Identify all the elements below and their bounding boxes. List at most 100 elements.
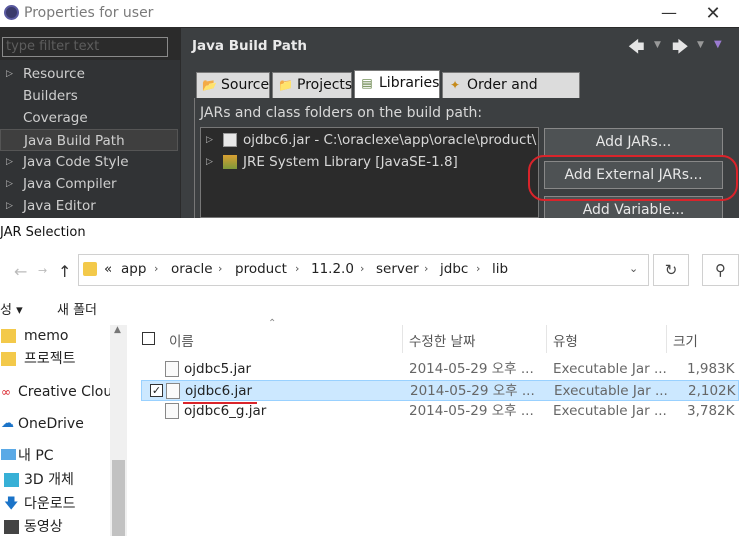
new-folder-button[interactable]: 새 폴더 (57, 299, 97, 318)
scroll-up-icon[interactable]: ▲ (114, 325, 121, 335)
libraries-icon: ▤ (361, 76, 373, 90)
filter-input[interactable]: type filter text (2, 37, 168, 57)
file-row-selected[interactable]: ✓ ojdbc6.jar 2014-05-29 오후 ... Executabl… (141, 380, 739, 401)
folder-icon (83, 262, 97, 276)
breadcrumb-item[interactable]: 11.2.0 (311, 261, 354, 277)
tree-entry-label: JRE System Library [JavaSE-1.8] (243, 154, 458, 170)
refresh-icon[interactable]: ↻ (653, 254, 689, 286)
chevron-right-icon[interactable]: › (218, 262, 222, 275)
row-checkbox-checked[interactable]: ✓ (150, 384, 163, 397)
back-arrow-icon[interactable]: 🡄 (628, 36, 645, 63)
tab-libraries[interactable]: ▤ Libraries (354, 70, 440, 98)
nav-item-resource[interactable]: ▷ Resource (0, 63, 178, 85)
breadcrumb-item[interactable]: oracle (171, 261, 213, 277)
window-title: Properties for user (24, 5, 154, 21)
nav-item-java-code-style[interactable]: ▷ Java Code Style (0, 151, 178, 173)
pc-icon (1, 449, 16, 460)
chevron-right-icon[interactable]: › (476, 262, 480, 275)
jar-file-icon (165, 361, 179, 377)
eclipse-app-icon (4, 5, 19, 20)
file-date: 2014-05-29 오후 ... (409, 361, 534, 377)
chevron-right-icon[interactable]: › (295, 262, 299, 275)
breadcrumb-item[interactable]: server (376, 261, 419, 277)
breadcrumb-item[interactable]: product (235, 261, 287, 277)
back-icon[interactable]: ← (14, 262, 27, 281)
select-all-checkbox[interactable] (142, 332, 155, 345)
chevron-right-icon[interactable]: › (360, 262, 364, 275)
nav-item-coverage[interactable]: Coverage (0, 107, 178, 129)
view-menu-icon[interactable]: ▼ (714, 39, 722, 50)
search-icon[interactable]: ⚲ (702, 254, 739, 286)
column-header-name[interactable]: 이름 (169, 330, 194, 350)
sort-up-icon: ⌃ (268, 318, 277, 329)
column-divider[interactable] (402, 325, 403, 353)
column-divider[interactable] (666, 325, 667, 353)
expand-arrow-icon[interactable]: ▷ (206, 152, 213, 172)
nav-item-java-editor[interactable]: ▷ Java Editor (0, 195, 178, 217)
file-date: 2014-05-29 오후 ... (410, 383, 535, 399)
file-row[interactable]: ojdbc6_g.jar 2014-05-29 오후 ... Executabl… (141, 401, 739, 422)
back-dropdown-icon[interactable]: ▼ (654, 40, 661, 50)
nav-item-label: Java Editor (23, 198, 96, 214)
column-header-type[interactable]: 유형 (553, 330, 578, 350)
file-size: 3,782K (687, 403, 735, 419)
tree-entry-ojdbc6[interactable]: ▷ ojdbc6.jar - C:\oraclexe\app\oracle\pr… (203, 130, 537, 150)
nav-item-label: Java Build Path (24, 133, 125, 149)
projects-folder-icon: 📁 (278, 78, 293, 92)
sidebar-item-label: 다운로드 (24, 496, 76, 512)
tab-label: Libraries (379, 75, 440, 91)
tab-order-and-export[interactable]: ✦ Order and Export (442, 72, 580, 117)
file-name: ojdbc6.jar (185, 383, 253, 399)
forward-dropdown-icon[interactable]: ▼ (697, 40, 704, 50)
build-path-label: JARs and class folders on the build path… (200, 105, 483, 121)
tab-source[interactable]: 📂 Source (196, 72, 270, 98)
file-row[interactable]: ojdbc5.jar 2014-05-29 오후 ... Executable … (141, 359, 739, 380)
breadcrumb-item[interactable]: jdbc (440, 261, 468, 277)
file-name: ojdbc5.jar (184, 361, 252, 377)
sidebar-item-label: 3D 개체 (24, 472, 74, 488)
library-icon (223, 155, 237, 169)
organize-menu[interactable]: 성 ▾ (0, 299, 23, 318)
close-icon[interactable]: ✕ (702, 3, 724, 24)
breadcrumb-prefix[interactable]: « (104, 261, 112, 277)
jar-file-icon (165, 403, 179, 419)
tree-entry-jre[interactable]: ▷ JRE System Library [JavaSE-1.8] (203, 152, 537, 172)
file-size: 2,102K (688, 383, 736, 399)
add-jars-button[interactable]: Add JARs... (544, 128, 723, 156)
breadcrumb-item[interactable]: lib (492, 261, 508, 277)
column-header-size[interactable]: 크기 (673, 330, 698, 350)
expand-arrow-icon[interactable]: ▷ (6, 195, 13, 217)
expand-arrow-icon[interactable]: ▷ (206, 130, 213, 150)
up-arrow-icon[interactable]: ↑ (58, 262, 71, 281)
nav-item-java-compiler[interactable]: ▷ Java Compiler (0, 173, 178, 195)
video-icon (4, 520, 19, 534)
dialog-title: JAR Selection (0, 225, 86, 240)
chevron-down-icon[interactable]: ⌄ (629, 262, 638, 275)
nav-item-java-build-path[interactable]: Java Build Path (0, 129, 178, 151)
expand-arrow-icon[interactable]: ▷ (6, 151, 13, 173)
sidebar-item-label: OneDrive (18, 416, 84, 432)
expand-arrow-icon[interactable]: ▷ (6, 63, 13, 85)
tab-projects[interactable]: 📁 Projects (272, 72, 352, 98)
tab-label: Projects (297, 77, 353, 93)
nav-item-builders[interactable]: Builders (0, 85, 178, 107)
folder-icon (1, 329, 16, 343)
column-divider[interactable] (546, 325, 547, 353)
nav-item-label: Resource (23, 66, 85, 82)
chevron-right-icon[interactable]: › (424, 262, 428, 275)
page-title: Java Build Path (192, 38, 307, 54)
nav-item-label: Builders (23, 88, 78, 104)
expand-arrow-icon[interactable]: ▷ (6, 173, 13, 195)
column-header-date[interactable]: 수정한 날짜 (409, 330, 475, 350)
breadcrumb-item[interactable]: app (121, 261, 146, 277)
chevron-right-icon[interactable]: › (154, 262, 158, 275)
forward-icon[interactable]: → (38, 264, 47, 277)
download-icon: 🡇 (4, 496, 19, 512)
properties-dialog: Properties for user — ✕ type filter text… (0, 0, 739, 218)
scrollbar-thumb[interactable] (112, 460, 125, 536)
forward-arrow-icon[interactable]: 🡆 (672, 36, 689, 63)
minimize-icon[interactable]: — (658, 3, 680, 23)
folder-icon (1, 352, 16, 366)
sidebar-item-label: memo (24, 328, 69, 344)
file-type: Executable Jar ... (553, 403, 667, 419)
